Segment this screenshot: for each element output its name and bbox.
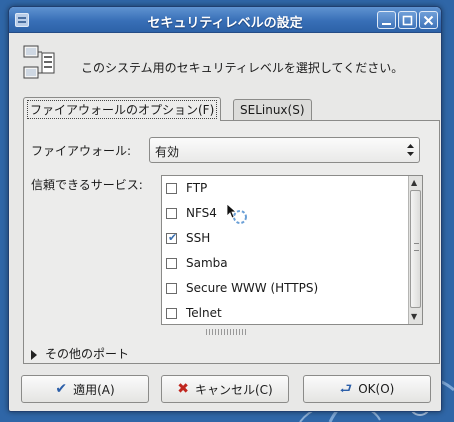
close-icon	[423, 15, 434, 26]
list-item[interactable]: Secure WWW (HTTPS)	[162, 276, 402, 301]
other-ports-label: その他のポート	[45, 347, 130, 361]
samba-checkbox[interactable]	[166, 258, 177, 269]
firewall-label: ファイアウォール:	[31, 144, 132, 158]
scrollbar-grip-icon	[414, 243, 419, 251]
check-icon: ✔	[55, 381, 68, 397]
list-item[interactable]: NFS4	[162, 201, 402, 226]
list-item[interactable]: Samba	[162, 251, 402, 276]
ftp-checkbox[interactable]	[166, 183, 177, 194]
telnet-checkbox[interactable]	[166, 308, 177, 319]
firewall-combo[interactable]: 有効	[149, 137, 420, 163]
list-item[interactable]: ✔ SSH	[162, 226, 402, 251]
header-description: このシステム用のセキュリティレベルを選択してください。	[81, 61, 404, 75]
trusted-services-label: 信頼できるサービス:	[31, 178, 143, 192]
tab-selinux-label: SELinux(S)	[240, 103, 305, 117]
tab-firewall-options[interactable]: ファイアウォールのオプション(F)	[23, 97, 222, 121]
close-button[interactable]	[419, 11, 438, 29]
combo-arrows-icon	[407, 144, 414, 156]
cancel-button[interactable]: ✖ キャンセル(C)	[161, 375, 289, 403]
list-item[interactable]: Telnet	[162, 301, 402, 324]
scrollbar-thumb[interactable]	[410, 190, 421, 308]
other-ports-expander[interactable]: その他のポート	[31, 345, 129, 362]
minimize-icon	[382, 23, 391, 25]
service-name: Samba	[186, 256, 228, 270]
security-level-dialog: セキュリティレベルの設定 このシステム用のセキュリティレベルを選択してください。…	[8, 6, 442, 412]
enter-arrow-icon: ⮐	[339, 381, 353, 397]
busy-cursor-icon	[226, 203, 247, 224]
service-name: SSH	[186, 231, 211, 245]
ok-button[interactable]: ⮐ OK(O)	[303, 375, 431, 403]
tab-selinux[interactable]: SELinux(S)	[233, 99, 312, 121]
scroll-down-icon[interactable]: ▼	[411, 312, 417, 321]
title-bar[interactable]: セキュリティレベルの設定	[9, 7, 441, 33]
service-name: FTP	[186, 181, 208, 195]
maximize-button[interactable]	[398, 11, 417, 29]
apply-button[interactable]: ✔ 適用(A)	[21, 375, 149, 403]
services-scrollbar[interactable]: ▲ ▼	[408, 176, 422, 324]
list-item[interactable]: FTP	[162, 176, 402, 201]
network-security-icon	[23, 45, 55, 79]
service-name: Secure WWW (HTTPS)	[186, 281, 319, 295]
service-name: Telnet	[186, 306, 222, 320]
expander-arrow-icon	[31, 349, 37, 360]
scroll-up-icon[interactable]: ▲	[411, 178, 417, 187]
list-resize-grip[interactable]	[206, 329, 246, 335]
https-checkbox[interactable]	[166, 283, 177, 294]
ok-button-label: OK(O)	[358, 382, 395, 396]
maximize-icon	[402, 15, 413, 26]
minimize-button[interactable]	[377, 11, 396, 29]
check-mark-icon: ✔	[168, 231, 178, 244]
trusted-services-list[interactable]: FTP NFS4 ✔ SSH Samba Secure WWW (HTTPS) …	[161, 175, 423, 325]
tab-firewall-options-label: ファイアウォールのオプション(F)	[30, 103, 215, 117]
apply-button-label: 適用(A)	[73, 382, 115, 397]
firewall-combo-value: 有効	[155, 145, 180, 159]
nfs4-checkbox[interactable]	[166, 208, 177, 219]
ssh-checkbox[interactable]: ✔	[166, 231, 178, 244]
service-name: NFS4	[186, 206, 217, 220]
cancel-button-label: キャンセル(C)	[194, 382, 273, 397]
cancel-x-icon: ✖	[177, 381, 189, 397]
